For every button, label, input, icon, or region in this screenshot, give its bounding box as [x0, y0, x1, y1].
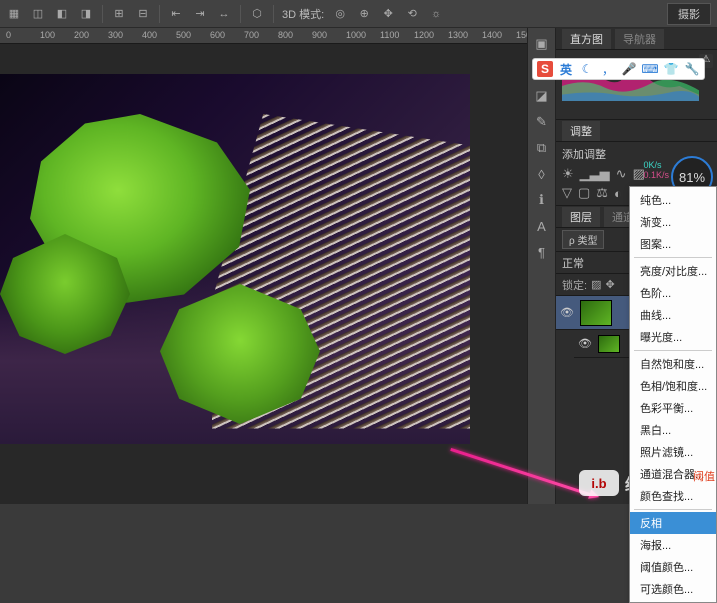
- mode3d-label: 3D 模式:: [282, 6, 324, 22]
- tool-icon[interactable]: ⇥: [192, 6, 208, 22]
- tool-icon[interactable]: ⬡: [249, 6, 265, 22]
- paragraph-icon[interactable]: ¶: [532, 242, 552, 262]
- levels-icon[interactable]: ▁▃▅: [580, 166, 610, 182]
- tool-icon[interactable]: ⇤: [168, 6, 184, 22]
- tool-icon[interactable]: ⊞: [111, 6, 127, 22]
- brush-icon[interactable]: ✎: [532, 112, 552, 132]
- scale-icon[interactable]: ⟲: [404, 6, 420, 22]
- sogou-logo-icon[interactable]: S: [537, 61, 553, 77]
- histogram-tabs: 直方图 导航器: [556, 28, 717, 50]
- document-canvas[interactable]: [0, 74, 470, 444]
- bw-icon[interactable]: ◐: [614, 186, 622, 201]
- ime-mic-icon[interactable]: 🎤: [621, 61, 637, 77]
- menu-item[interactable]: 反相: [630, 512, 716, 534]
- eyedrop-icon[interactable]: ℹ: [532, 190, 552, 210]
- vibrance-icon[interactable]: ▽: [562, 185, 572, 201]
- menu-item[interactable]: 海报...: [630, 534, 716, 556]
- filter-type[interactable]: ρ 类型: [562, 230, 604, 249]
- image-content: [0, 74, 470, 444]
- tab-adjust[interactable]: 调整: [562, 121, 600, 141]
- ime-toolbar[interactable]: S 英 ☾ ， 🎤 ⌨ 👕 🔧: [532, 58, 705, 80]
- swatches-icon[interactable]: ◪: [532, 86, 552, 106]
- ime-moon-icon[interactable]: ☾: [579, 61, 595, 77]
- network-stats: 0K/s 0.1K/s: [643, 160, 669, 180]
- separator: [273, 5, 274, 23]
- canvas-area: 0 100 200 300 400 500 600 700 800 900 10…: [0, 28, 527, 504]
- clone-icon[interactable]: ⧉: [532, 138, 552, 158]
- panel-toolstrip: ▣ ▤ ◪ ✎ ⧉ ◊ ℹ A ¶: [528, 28, 556, 504]
- paths-icon[interactable]: ◊: [532, 164, 552, 184]
- menu-item[interactable]: 阈值颜色...: [630, 556, 716, 578]
- menu-item[interactable]: 黑白...: [630, 419, 716, 441]
- ime-skin-icon[interactable]: 👕: [663, 61, 679, 77]
- menu-separator: [634, 257, 712, 258]
- menu-item[interactable]: 可选颜色...: [630, 578, 716, 600]
- annotation-label: 阈值: [693, 468, 715, 484]
- orbit-icon[interactable]: ◎: [332, 6, 348, 22]
- menu-separator: [634, 509, 712, 510]
- menu-item[interactable]: 纯色...: [630, 189, 716, 211]
- adjustment-context-menu: 纯色...渐变...图案... 亮度/对比度...色阶...曲线...曝光度...…: [629, 186, 717, 603]
- pan-icon[interactable]: ⊕: [356, 6, 372, 22]
- menu-item[interactable]: 自然饱和度...: [630, 353, 716, 375]
- menu-item[interactable]: 曝光度...: [630, 326, 716, 348]
- hue-icon[interactable]: ▢: [578, 185, 590, 201]
- ime-keyboard-icon[interactable]: ⌨: [642, 61, 658, 77]
- tool-icon[interactable]: ↔: [216, 6, 232, 22]
- curves-icon[interactable]: ∿: [616, 166, 627, 182]
- ime-lang[interactable]: 英: [558, 61, 574, 77]
- history-icon[interactable]: ▣: [532, 34, 552, 54]
- menu-item[interactable]: 色相/饱和度...: [630, 375, 716, 397]
- balance-icon[interactable]: ⚖: [596, 185, 608, 201]
- workspace-preset[interactable]: 摄影: [667, 3, 711, 25]
- lock-label: 锁定:: [562, 277, 587, 293]
- menu-item[interactable]: 渐变...: [630, 211, 716, 233]
- tool-icon[interactable]: ▦: [6, 6, 22, 22]
- menu-item[interactable]: 亮度/对比度...: [630, 260, 716, 282]
- visibility-icon[interactable]: 👁: [578, 337, 592, 350]
- tool-icon[interactable]: ◨: [78, 6, 94, 22]
- menu-item[interactable]: 色阶...: [630, 282, 716, 304]
- separator: [102, 5, 103, 23]
- ruler-horizontal: 0 100 200 300 400 500 600 700 800 900 10…: [0, 28, 527, 44]
- tab-navigator[interactable]: 导航器: [615, 29, 664, 49]
- tool-icon[interactable]: ◫: [30, 6, 46, 22]
- menu-separator: [634, 350, 712, 351]
- menu-item[interactable]: 图案...: [630, 233, 716, 255]
- menu-item[interactable]: 色彩平衡...: [630, 397, 716, 419]
- separator: [159, 5, 160, 23]
- ime-punct-icon[interactable]: ，: [600, 61, 616, 77]
- visibility-icon[interactable]: 👁: [560, 306, 574, 319]
- tool-icon[interactable]: ◧: [54, 6, 70, 22]
- type-icon[interactable]: A: [532, 216, 552, 236]
- layer-thumbnail[interactable]: [598, 335, 620, 353]
- brightness-icon[interactable]: ☀: [562, 166, 574, 182]
- tab-layers[interactable]: 图层: [562, 207, 600, 227]
- zoom-icon[interactable]: ✥: [380, 6, 396, 22]
- blend-mode[interactable]: 正常: [562, 255, 584, 271]
- separator: [240, 5, 241, 23]
- top-toolbar: ▦ ◫ ◧ ◨ ⊞ ⊟ ⇤ ⇥ ↔ ⬡ 3D 模式: ◎ ⊕ ✥ ⟲ ☼ 摄影: [0, 0, 717, 28]
- adjust-tabs: 调整: [556, 120, 717, 142]
- menu-item[interactable]: 照片滤镜...: [630, 441, 716, 463]
- light-icon[interactable]: ☼: [428, 6, 444, 22]
- lock-position-icon[interactable]: ✥: [605, 278, 614, 291]
- ime-settings-icon[interactable]: 🔧: [684, 61, 700, 77]
- watermark-logo: i.b: [579, 470, 619, 496]
- menu-item[interactable]: 曲线...: [630, 304, 716, 326]
- lock-pixels-icon[interactable]: ▨: [591, 278, 601, 291]
- tab-histogram[interactable]: 直方图: [562, 29, 611, 49]
- layer-thumbnail[interactable]: [580, 300, 612, 326]
- tool-icon[interactable]: ⊟: [135, 6, 151, 22]
